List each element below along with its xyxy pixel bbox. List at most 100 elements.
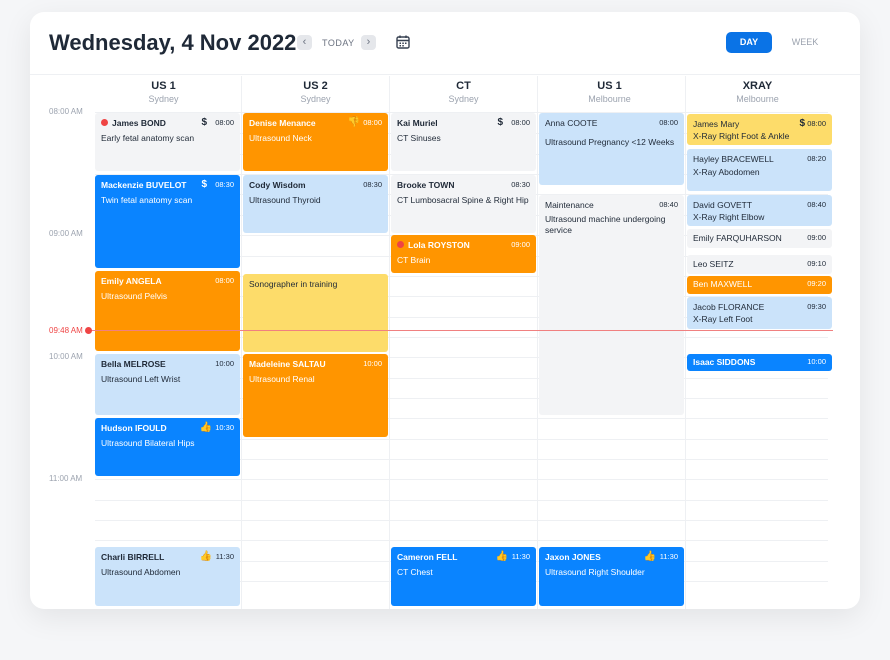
appointment[interactable]: Emily FARQUHARSON 09:00 xyxy=(687,229,832,248)
patient-name: Bella MELROSE xyxy=(101,359,166,369)
patient-name: Charli BIRRELL xyxy=(101,552,165,562)
time-label: 08:00 AM xyxy=(49,107,83,116)
appointment[interactable]: Emily ANGELA Ultrasound Pelvis 08:00 xyxy=(95,271,240,351)
appointment-name: Lola ROYSTON xyxy=(397,240,530,250)
grid-line xyxy=(95,500,828,501)
grid-line xyxy=(95,520,828,521)
appointment[interactable]: Isaac SIDDONS 10:00 xyxy=(687,354,832,371)
column-location: Melbourne xyxy=(736,94,779,104)
appointment[interactable]: Bella MELROSE Ultrasound Left Wrist 10:0… xyxy=(95,354,240,415)
appointment-desc: Ultrasound Renal xyxy=(249,374,315,384)
appointment[interactable]: Ben MAXWELL 09:20 xyxy=(687,276,832,294)
appointment[interactable]: Leo SEITZ 09:10 xyxy=(687,255,832,274)
appointment[interactable]: Hudson IFOULD Ultrasound Bilateral Hips … xyxy=(95,418,240,476)
block-label: Maintenance xyxy=(545,200,594,210)
column-location: Sydney xyxy=(300,94,331,104)
appointment-time: 08:00 xyxy=(659,118,678,127)
appointment-time: 10:30 xyxy=(215,423,234,432)
calendar-icon[interactable] xyxy=(396,35,410,49)
patient-name: Ben MAXWELL xyxy=(693,279,753,289)
appointment-desc: Ultrasound Bilateral Hips xyxy=(101,438,195,448)
appointment-time: 10:00 xyxy=(215,359,234,368)
payment-icon: $ xyxy=(201,117,207,128)
current-time-line xyxy=(88,330,833,331)
alert-dot-icon xyxy=(397,241,404,249)
appointment-desc: CT Brain xyxy=(397,255,431,265)
patient-name: David GOVETT xyxy=(693,200,753,210)
appointment-desc: Ultrasound Thyroid xyxy=(249,195,321,205)
appointment-time: 08:30 xyxy=(215,180,234,189)
appointment[interactable]: Denise Menance Ultrasound Neck 👎 08:00 xyxy=(243,113,388,171)
appointment[interactable]: Jacob FLORANCE X-Ray Left Foot 09:30 xyxy=(687,297,832,329)
appointment[interactable]: Cody Wisdom Ultrasound Thyroid 08:30 xyxy=(243,175,388,233)
thumbs-down-icon: 👎 xyxy=(347,117,360,128)
appointment[interactable]: Hayley BRACEWELL X-Ray Abodomen 08:20 xyxy=(687,149,832,191)
view-day-button[interactable]: DAY xyxy=(726,32,772,53)
patient-name: Hayley BRACEWELL xyxy=(693,154,774,164)
appointment-time: 08:00 xyxy=(215,276,234,285)
appointment[interactable]: Madeleine SALTAU Ultrasound Renal 10:00 xyxy=(243,354,388,437)
appointment[interactable]: James BOND Early fetal anatomy scan $ 08… xyxy=(95,113,240,171)
next-day-button[interactable]: › xyxy=(361,35,376,50)
appointment-time: 08:40 xyxy=(807,200,826,209)
thumbs-up-icon: 👍 xyxy=(199,422,212,433)
maintenance-block[interactable]: Maintenance Ultrasound machine undergoin… xyxy=(539,195,684,415)
appointment-time: 08:30 xyxy=(511,180,530,189)
thumbs-up-icon: 👍 xyxy=(495,551,508,562)
appointment-desc: X-Ray Right Elbow xyxy=(693,212,765,222)
appointment-time: 09:00 xyxy=(511,240,530,249)
appointment[interactable]: Mackenzie BUVELOT Twin fetal anatomy sca… xyxy=(95,175,240,268)
appointment[interactable]: Brooke TOWN CT Lumbosacral Spine & Right… xyxy=(391,175,536,233)
appointment-desc: X-Ray Left Foot xyxy=(693,314,753,324)
prev-day-button[interactable]: ‹ xyxy=(297,35,312,50)
patient-name: Emily FARQUHARSON xyxy=(693,233,782,243)
appointment[interactable]: Kai Muriel CT Sinuses $ 08:00 xyxy=(391,113,536,171)
patient-name: Mackenzie BUVELOT xyxy=(101,180,187,190)
appointment-time: 08:00 xyxy=(215,118,234,127)
appointment-time: 10:00 xyxy=(363,359,382,368)
grid-line xyxy=(95,540,828,541)
patient-name: Hudson IFOULD xyxy=(101,423,167,433)
appointment[interactable]: David GOVETT X-Ray Right Elbow 08:40 xyxy=(687,195,832,226)
patient-name: Brooke TOWN xyxy=(397,180,455,190)
appointment-desc: CT Lumbosacral Spine & Right Hip xyxy=(397,195,529,205)
appointment-desc: X-Ray Right Foot & Ankle xyxy=(693,131,790,141)
time-label: 10:00 AM xyxy=(49,352,83,361)
appointment-desc: Ultrasound Left Wrist xyxy=(101,374,181,384)
patient-name: Madeleine SALTAU xyxy=(249,359,326,369)
patient-name: Lola ROYSTON xyxy=(408,240,470,250)
column-header-us2-sydney: US 2 Sydney xyxy=(242,80,389,104)
view-week-button[interactable]: WEEK xyxy=(782,32,828,53)
grid-line xyxy=(95,479,828,480)
patient-name: Denise Menance xyxy=(249,118,316,128)
appointment-time: 08:40 xyxy=(659,200,678,209)
patient-name: Emily ANGELA xyxy=(101,276,162,286)
column-divider xyxy=(685,76,686,609)
appointment-time: 09:30 xyxy=(807,302,826,311)
calendar-card: Wednesday, 4 Nov 2022 ‹ TODAY › DAY WEEK… xyxy=(30,12,860,609)
column-divider xyxy=(389,76,390,609)
appointment[interactable]: Charli BIRRELL Ultrasound Abdomen 👍 11:3… xyxy=(95,547,240,606)
column-divider xyxy=(537,76,538,609)
appointment-name: James BOND xyxy=(101,118,234,128)
current-time-label: 09:48 AM xyxy=(49,326,83,335)
appointment[interactable]: Jaxon JONES Ultrasound Right Shoulder 👍 … xyxy=(539,547,684,606)
appointment[interactable]: Cameron FELL CT Chest 👍 11:30 xyxy=(391,547,536,606)
appointment-time: 08:00 xyxy=(363,118,382,127)
time-label: 11:00 AM xyxy=(49,474,83,483)
blocked-slot[interactable]: Sonographer in training xyxy=(243,274,388,352)
appointment-time: 09:00 xyxy=(807,233,826,242)
column-name: US 2 xyxy=(303,80,328,92)
appointment[interactable]: Anna COOTE Ultrasound Pregnancy <12 Week… xyxy=(539,113,684,185)
today-button[interactable]: TODAY xyxy=(322,38,355,48)
appointment[interactable]: James Mary X-Ray Right Foot & Ankle $ 08… xyxy=(687,114,832,145)
column-location: Sydney xyxy=(448,94,479,104)
appointment-time: 10:00 xyxy=(807,357,826,366)
current-time-dot xyxy=(85,327,92,334)
column-divider xyxy=(241,76,242,609)
appointment-time: 08:00 xyxy=(807,119,826,128)
appointment[interactable]: Lola ROYSTON CT Brain 09:00 xyxy=(391,235,536,273)
appointment-time: 09:20 xyxy=(807,279,826,288)
time-label: 09:00 AM xyxy=(49,229,83,238)
thumbs-up-icon: 👍 xyxy=(643,551,656,562)
